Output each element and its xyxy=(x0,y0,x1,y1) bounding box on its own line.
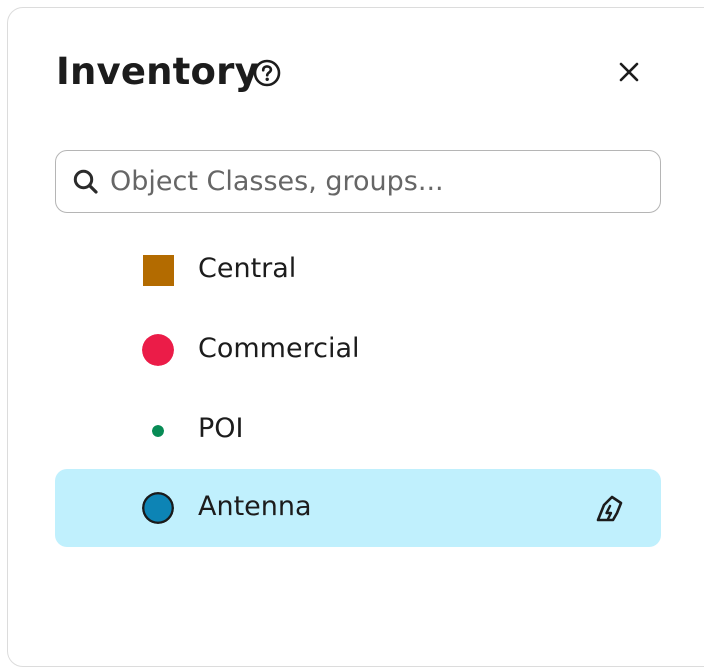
search-input[interactable] xyxy=(110,161,640,201)
circle-symbol-icon xyxy=(142,334,174,366)
search-box[interactable] xyxy=(55,150,661,213)
list-item-label: Commercial xyxy=(198,333,360,364)
circle-outlined-symbol-icon xyxy=(142,492,174,524)
help-icon[interactable] xyxy=(252,58,282,88)
list-item-antenna[interactable]: Antenna xyxy=(55,469,661,547)
circle-symbol-shape xyxy=(142,334,174,366)
list-item-poi[interactable]: POI xyxy=(55,391,661,469)
edit-style-icon[interactable] xyxy=(591,491,627,527)
list-item-label: Antenna xyxy=(198,491,312,522)
square-symbol-shape xyxy=(143,255,174,286)
close-button[interactable] xyxy=(612,55,646,89)
list-item-central[interactable]: Central xyxy=(55,231,661,309)
search-icon xyxy=(73,169,98,194)
list-item-label: POI xyxy=(198,413,244,444)
list-item-commercial[interactable]: Commercial xyxy=(55,311,661,389)
square-symbol-icon xyxy=(143,255,174,286)
dot-symbol-icon xyxy=(152,425,164,437)
dot-symbol-shape xyxy=(152,425,164,437)
list-item-label: Central xyxy=(198,253,297,284)
circle-outlined-symbol-shape xyxy=(142,492,174,524)
panel-title: Inventory xyxy=(56,50,259,93)
